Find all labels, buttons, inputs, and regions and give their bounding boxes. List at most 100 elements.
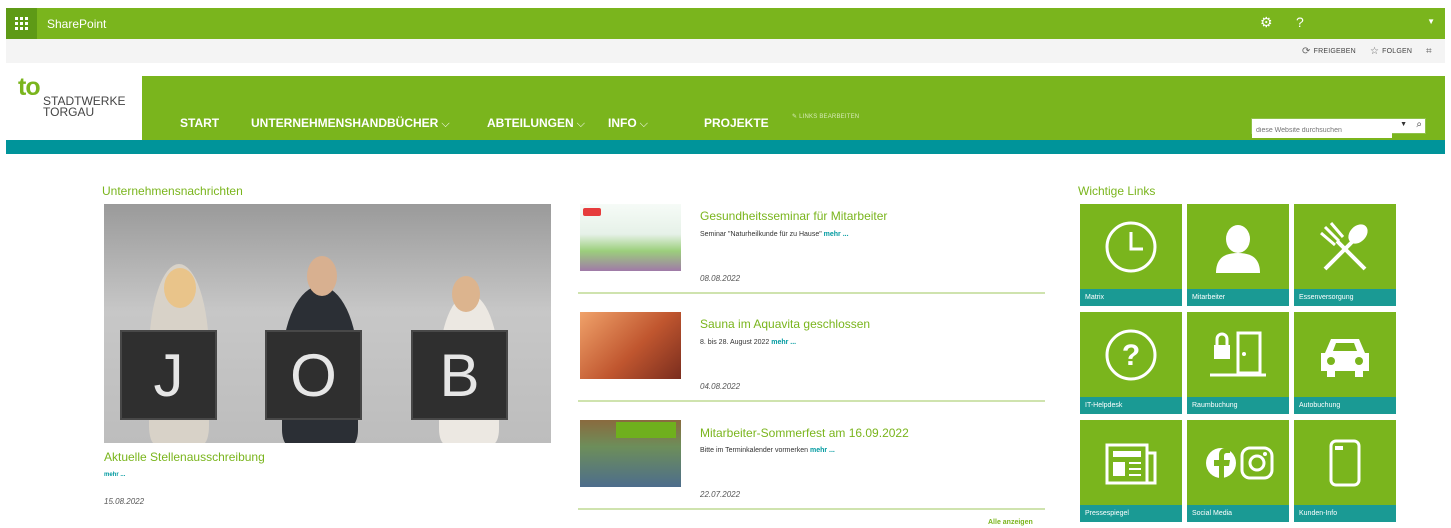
nav-label: UNTERNEHMENSHANDBÜCHER	[251, 116, 439, 130]
focus-icon: ⌗	[1426, 46, 1432, 57]
share-label: FREIGEBEN	[1313, 48, 1356, 55]
star-icon: ☆	[1370, 46, 1380, 57]
news-date: 08.08.2022	[700, 274, 741, 283]
edit-links-label: LINKS BEARBEITEN	[799, 114, 860, 120]
person-head	[452, 276, 480, 312]
search-input[interactable]	[1252, 123, 1392, 138]
tile-label: Pressespiegel	[1080, 505, 1182, 522]
chevron-down-icon: ⌵	[441, 118, 450, 130]
news-summary-text: Bitte im Terminkalender vormerken	[700, 447, 809, 454]
news-summary-text: 8. bis 28. August 2022	[700, 339, 770, 346]
person-head	[164, 268, 196, 308]
news-title[interactable]: Gesundheitsseminar für Mitarbeiter	[700, 209, 887, 223]
news-more-link[interactable]: mehr ...	[824, 231, 849, 238]
follow-button[interactable]: ☆ FOLGEN	[1370, 46, 1412, 57]
thumbnail-banner	[616, 422, 676, 438]
news-title[interactable]: Mitarbeiter-Sommerfest am 16.09.2022	[700, 426, 909, 440]
chalkboard: B	[411, 330, 508, 420]
header-accent-bar	[6, 140, 1445, 154]
chevron-down-icon[interactable]: ▼	[1427, 17, 1435, 26]
gear-icon[interactable]: ⚙	[1260, 14, 1273, 31]
chalkboard: O	[265, 330, 362, 420]
nav-label: ABTEILUNGEN	[487, 116, 574, 130]
tile-raumbuchung[interactable]: Raumbuchung	[1187, 312, 1289, 414]
logo-text: STADTWERKE TORGAU	[43, 95, 125, 119]
tile-essenversorgung[interactable]: Essenversorgung	[1294, 204, 1396, 306]
logo-mark: to	[18, 73, 41, 101]
svg-text:?: ?	[1122, 339, 1140, 372]
tile-label: Autobuchung	[1294, 397, 1396, 414]
help-button[interactable]: ?	[1296, 14, 1304, 30]
edit-links-button[interactable]: ✎ LINKS BEARBEITEN	[792, 113, 859, 120]
tile-mitarbeiter[interactable]: Mitarbeiter	[1187, 204, 1289, 306]
logo-line-2: TORGAU	[43, 105, 95, 119]
site-header: to STADTWERKE TORGAU START UNTERNEHMENSH…	[6, 63, 1445, 154]
news-title[interactable]: Sauna im Aquavita geschlossen	[700, 317, 870, 331]
action-bar: ⟳ FREIGEBEN ☆ FOLGEN ⌗	[6, 39, 1445, 63]
show-all-link[interactable]: Alle anzeigen	[988, 519, 1033, 526]
news-summary: 8. bis 28. August 2022 mehr ...	[700, 339, 796, 346]
tile-label: Raumbuchung	[1187, 397, 1289, 414]
waffle-icon	[15, 17, 28, 30]
search-scope-dropdown[interactable]: ▼	[1400, 121, 1407, 128]
featured-news-date: 15.08.2022	[104, 497, 145, 506]
divider	[578, 400, 1045, 402]
news-thumbnail[interactable]	[580, 420, 681, 487]
social-media-icon	[1187, 420, 1289, 505]
news-more-link[interactable]: mehr ...	[810, 447, 835, 454]
follow-label: FOLGEN	[1382, 48, 1413, 55]
focus-mode-button[interactable]: ⌗	[1426, 46, 1432, 57]
suite-bar: SharePoint ⚙ ? ▼	[6, 8, 1445, 39]
tile-label: Mitarbeiter	[1187, 289, 1289, 306]
news-more-link[interactable]: mehr ...	[771, 339, 796, 346]
car-icon	[1294, 312, 1396, 397]
door-lock-icon	[1187, 312, 1289, 397]
important-links-title: Wichtige Links	[1078, 184, 1156, 198]
tile-social-media[interactable]: Social Media	[1187, 420, 1289, 522]
tile-label: Matrix	[1080, 289, 1182, 306]
tile-label: Social Media	[1187, 505, 1289, 522]
card-icon	[1294, 420, 1396, 505]
tile-kunden-info[interactable]: Kunden-Info	[1294, 420, 1396, 522]
nav-label: PROJEKTE	[704, 116, 769, 130]
site-logo[interactable]: to STADTWERKE TORGAU	[6, 63, 142, 140]
nav-label: INFO	[608, 116, 637, 130]
person-head	[307, 256, 337, 296]
top-navigation: START UNTERNEHMENSHANDBÜCHER ⌵ ABTEILUNGE…	[142, 76, 1445, 140]
tile-it-helpdesk[interactable]: ? IT-Helpdesk	[1080, 312, 1182, 414]
news-thumbnail[interactable]	[580, 312, 681, 379]
suite-app-name[interactable]: SharePoint	[47, 17, 106, 31]
nav-item-start[interactable]: START	[180, 116, 219, 130]
featured-more-link[interactable]: mehr ...	[104, 472, 125, 478]
share-button[interactable]: ⟳ FREIGEBEN	[1302, 46, 1356, 57]
tile-autobuchung[interactable]: Autobuchung	[1294, 312, 1396, 414]
tile-matrix[interactable]: Matrix	[1080, 204, 1182, 306]
nav-item-unternehmenshandbuecher[interactable]: UNTERNEHMENSHANDBÜCHER ⌵	[251, 116, 450, 131]
divider	[578, 292, 1045, 294]
tile-label: IT-Helpdesk	[1080, 397, 1182, 414]
divider	[578, 508, 1045, 510]
nav-item-info[interactable]: INFO ⌵	[608, 116, 648, 131]
nav-label: START	[180, 116, 220, 130]
tile-label: Essenversorgung	[1294, 289, 1396, 306]
news-summary: Seminar "Naturheilkunde für zu Hause" me…	[700, 231, 849, 238]
nav-item-abteilungen[interactable]: ABTEILUNGEN ⌵	[487, 116, 585, 131]
share-icon: ⟳	[1302, 46, 1311, 57]
tile-pressespiegel[interactable]: Pressespiegel	[1080, 420, 1182, 522]
company-news-title: Unternehmensnachrichten	[102, 184, 243, 198]
clock-icon	[1080, 204, 1182, 289]
question-icon: ?	[1080, 312, 1182, 397]
site-search: ▼ ⌕	[1251, 118, 1426, 138]
nav-item-projekte[interactable]: PROJEKTE	[704, 116, 769, 130]
news-date: 04.08.2022	[700, 382, 741, 391]
featured-news-headline[interactable]: Aktuelle Stellenausschreibung	[104, 450, 265, 464]
featured-news-image[interactable]: J O B	[104, 204, 551, 443]
chalkboard: J	[120, 330, 217, 420]
news-summary: Bitte im Terminkalender vormerken mehr .…	[700, 447, 835, 454]
news-thumbnail[interactable]	[580, 204, 681, 271]
app-launcher-button[interactable]	[6, 8, 37, 39]
pencil-icon: ✎	[792, 114, 798, 120]
person-icon	[1187, 204, 1289, 289]
search-icon[interactable]: ⌕	[1416, 119, 1422, 130]
newspaper-icon	[1080, 420, 1182, 505]
